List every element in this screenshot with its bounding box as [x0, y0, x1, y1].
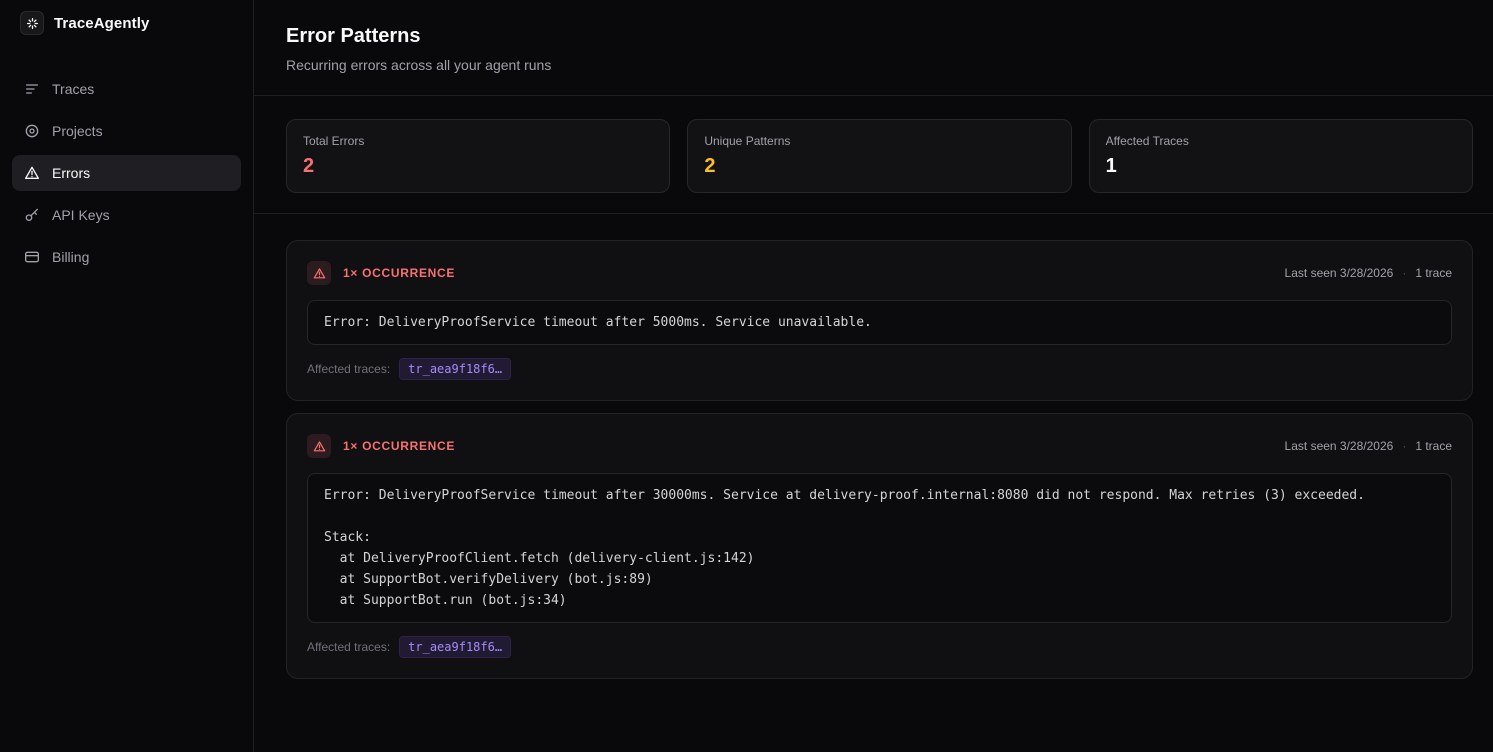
sidebar-item-label: Projects [52, 123, 103, 139]
last-seen-text: Last seen 3/28/2026 [1284, 266, 1394, 280]
occurrence-count: 1× OCCURRENCE [343, 439, 456, 453]
stat-label: Unique Patterns [704, 134, 791, 148]
pattern-card-header: 1× OCCURRENCE Last seen 3/28/2026 · 1 tr… [307, 261, 1452, 285]
occurrence-count: 1× OCCURRENCE [343, 266, 456, 280]
sidebar-item-traces[interactable]: Traces [12, 71, 241, 107]
trace-id-badge[interactable]: tr_aea9f18f6… [399, 358, 512, 380]
trace-count: 1 trace [1415, 439, 1452, 453]
sidebar-item-errors[interactable]: Errors [12, 155, 241, 191]
stat-label: Total Errors [303, 134, 365, 148]
sidebar-item-label: Traces [52, 81, 95, 97]
page-subtitle: Recurring errors across all your agent r… [286, 57, 552, 73]
meta-separator: · [1402, 439, 1407, 453]
stat-value: 2 [704, 155, 716, 177]
stat-card-affected-traces: Affected Traces 1 [1088, 119, 1473, 193]
affected-traces-label: Affected traces: [307, 640, 391, 654]
pattern-meta: Last seen 3/28/2026 · 1 trace [1285, 266, 1452, 280]
sidebar-item-label: Errors [52, 165, 91, 181]
errors-icon [24, 165, 40, 181]
sidebar: TraceAgently Traces Projects Errors API … [0, 0, 254, 752]
api-keys-icon [24, 207, 40, 223]
stat-value: 1 [1105, 155, 1117, 177]
sidebar-item-projects[interactable]: Projects [12, 113, 241, 149]
warning-icon [307, 434, 331, 458]
pattern-card-header: 1× OCCURRENCE Last seen 3/28/2026 · 1 tr… [307, 434, 1452, 458]
trace-count: 1 trace [1415, 266, 1452, 280]
sidebar-item-label: API Keys [52, 207, 110, 223]
sidebar-nav: Traces Projects Errors API Keys Billing [0, 46, 253, 300]
traces-icon [24, 81, 40, 97]
main-content: Error Patterns Recurring errors across a… [254, 0, 1493, 752]
brand-logo-icon [20, 11, 44, 35]
brand: TraceAgently [0, 0, 253, 46]
pattern-meta: Last seen 3/28/2026 · 1 trace [1285, 439, 1452, 453]
projects-icon [24, 123, 40, 139]
affected-traces-row: Affected traces: tr_aea9f18f6… [307, 358, 1452, 380]
stat-value: 2 [303, 155, 315, 177]
page-header: Error Patterns Recurring errors across a… [254, 0, 1493, 96]
warning-icon [307, 261, 331, 285]
sidebar-item-label: Billing [52, 249, 90, 265]
error-message: Error: DeliveryProofService timeout afte… [307, 473, 1452, 623]
billing-icon [24, 249, 40, 265]
sidebar-item-api-keys[interactable]: API Keys [12, 197, 241, 233]
error-pattern-card: 1× OCCURRENCE Last seen 3/28/2026 · 1 tr… [286, 413, 1473, 679]
stats-row: Total Errors 2 Unique Patterns 2 Affecte… [254, 96, 1493, 214]
meta-separator: · [1402, 266, 1407, 280]
trace-id-badge[interactable]: tr_aea9f18f6… [399, 636, 512, 658]
app-root: TraceAgently Traces Projects Errors API … [0, 0, 1493, 752]
last-seen-text: Last seen 3/28/2026 [1284, 439, 1394, 453]
error-pattern-card: 1× OCCURRENCE Last seen 3/28/2026 · 1 tr… [286, 240, 1473, 401]
sidebar-item-billing[interactable]: Billing [12, 239, 241, 275]
affected-traces-row: Affected traces: tr_aea9f18f6… [307, 636, 1452, 658]
stat-card-total-errors: Total Errors 2 [286, 119, 671, 193]
affected-traces-label: Affected traces: [307, 362, 391, 376]
stat-label: Affected Traces [1105, 134, 1189, 148]
error-pattern-list: 1× OCCURRENCE Last seen 3/28/2026 · 1 tr… [254, 214, 1493, 705]
error-message: Error: DeliveryProofService timeout afte… [307, 300, 1452, 345]
stat-card-unique-patterns: Unique Patterns 2 [687, 119, 1072, 193]
brand-name: TraceAgently [54, 14, 150, 32]
page-title: Error Patterns [286, 25, 421, 47]
